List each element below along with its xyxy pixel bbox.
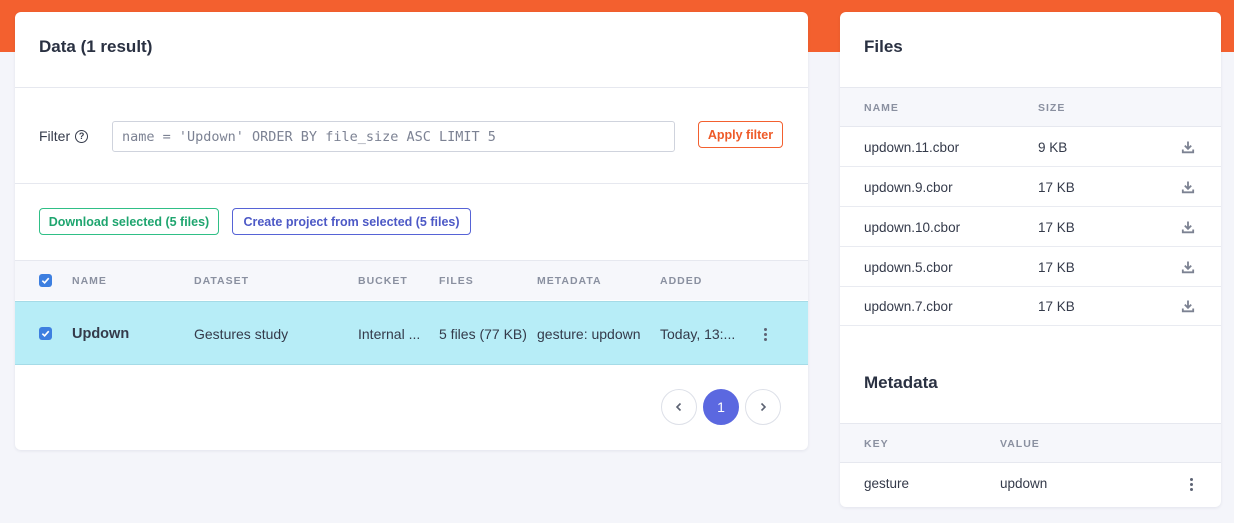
row-bucket: Internal ...	[358, 326, 421, 342]
file-row: updown.10.cbor 17 KB	[840, 207, 1221, 247]
help-circle-icon[interactable]: ?	[75, 129, 89, 143]
divider	[15, 87, 808, 88]
column-header-bucket[interactable]: BUCKET	[358, 275, 408, 287]
files-table-header: NAME SIZE	[840, 87, 1221, 127]
row-name[interactable]: Updown	[72, 326, 129, 342]
files-panel-title: Files	[864, 37, 903, 56]
column-header-added[interactable]: ADDED	[660, 275, 702, 287]
download-icon[interactable]	[1181, 220, 1195, 234]
download-icon[interactable]	[1181, 260, 1195, 274]
row-files: 5 files (77 KB)	[439, 326, 527, 342]
chevron-left-icon	[675, 402, 682, 412]
column-header-files[interactable]: FILES	[439, 275, 474, 287]
download-icon[interactable]	[1181, 180, 1195, 194]
file-size: 17 KB	[1038, 299, 1075, 314]
check-icon	[41, 277, 50, 285]
file-name: updown.9.cbor	[864, 180, 953, 195]
details-panel: Files NAME SIZE updown.11.cbor 9 KB updo…	[840, 12, 1221, 507]
file-name: updown.5.cbor	[864, 260, 953, 275]
pagination-next-button[interactable]	[745, 389, 781, 425]
column-header-name: NAME	[864, 102, 899, 114]
file-size: 17 KB	[1038, 180, 1075, 195]
row-select-checkbox[interactable]	[39, 327, 52, 340]
column-header-value: VALUE	[1000, 438, 1040, 450]
table-row[interactable]: Updown Gestures study Internal ... 5 fil…	[15, 301, 808, 365]
row-more-options-icon[interactable]	[764, 328, 767, 341]
select-all-checkbox[interactable]	[39, 274, 52, 287]
file-size: 17 KB	[1038, 260, 1075, 275]
table-header: NAME DATASET BUCKET FILES METADATA ADDED	[15, 260, 808, 300]
download-icon[interactable]	[1181, 140, 1195, 154]
file-name: updown.10.cbor	[864, 220, 961, 235]
file-name: updown.11.cbor	[864, 140, 960, 155]
file-size: 17 KB	[1038, 220, 1075, 235]
pagination-prev-button[interactable]	[661, 389, 697, 425]
file-row: updown.5.cbor 17 KB	[840, 247, 1221, 287]
data-panel: Data (1 result) Filter ? Apply filter Do…	[15, 12, 808, 450]
metadata-more-options-icon[interactable]	[1190, 478, 1193, 491]
row-added: Today, 13:...	[660, 326, 736, 342]
row-dataset: Gestures study	[194, 326, 289, 342]
download-icon[interactable]	[1181, 299, 1195, 313]
file-name: updown.7.cbor	[864, 299, 953, 314]
create-project-button[interactable]: Create project from selected (5 files)	[232, 208, 471, 235]
divider	[15, 183, 808, 184]
metadata-key: gesture	[864, 476, 910, 491]
pagination-page-button[interactable]: 1	[703, 389, 739, 425]
data-panel-title: Data (1 result)	[39, 37, 153, 56]
column-header-metadata[interactable]: METADATA	[537, 275, 602, 287]
column-header-size: SIZE	[1038, 102, 1066, 114]
metadata-table-header: KEY VALUE	[840, 423, 1221, 463]
file-row: updown.11.cbor 9 KB	[840, 127, 1221, 167]
metadata-panel-title: Metadata	[864, 373, 938, 392]
check-icon	[41, 330, 50, 338]
filter-label: Filter ?	[39, 128, 89, 144]
column-header-name[interactable]: NAME	[72, 275, 107, 287]
filter-query-input[interactable]	[112, 121, 675, 152]
column-header-key: KEY	[864, 438, 889, 450]
column-header-dataset[interactable]: DATASET	[194, 275, 249, 287]
metadata-row: gesture updown	[840, 463, 1221, 503]
row-metadata: gesture: updown	[537, 326, 641, 342]
download-selected-button[interactable]: Download selected (5 files)	[39, 208, 219, 235]
chevron-right-icon	[760, 402, 767, 412]
file-row: updown.9.cbor 17 KB	[840, 167, 1221, 207]
metadata-value: updown	[1000, 476, 1048, 491]
filter-label-text: Filter	[39, 128, 71, 144]
file-row: updown.7.cbor 17 KB	[840, 286, 1221, 326]
apply-filter-button[interactable]: Apply filter	[698, 121, 783, 148]
file-size: 9 KB	[1038, 140, 1068, 155]
